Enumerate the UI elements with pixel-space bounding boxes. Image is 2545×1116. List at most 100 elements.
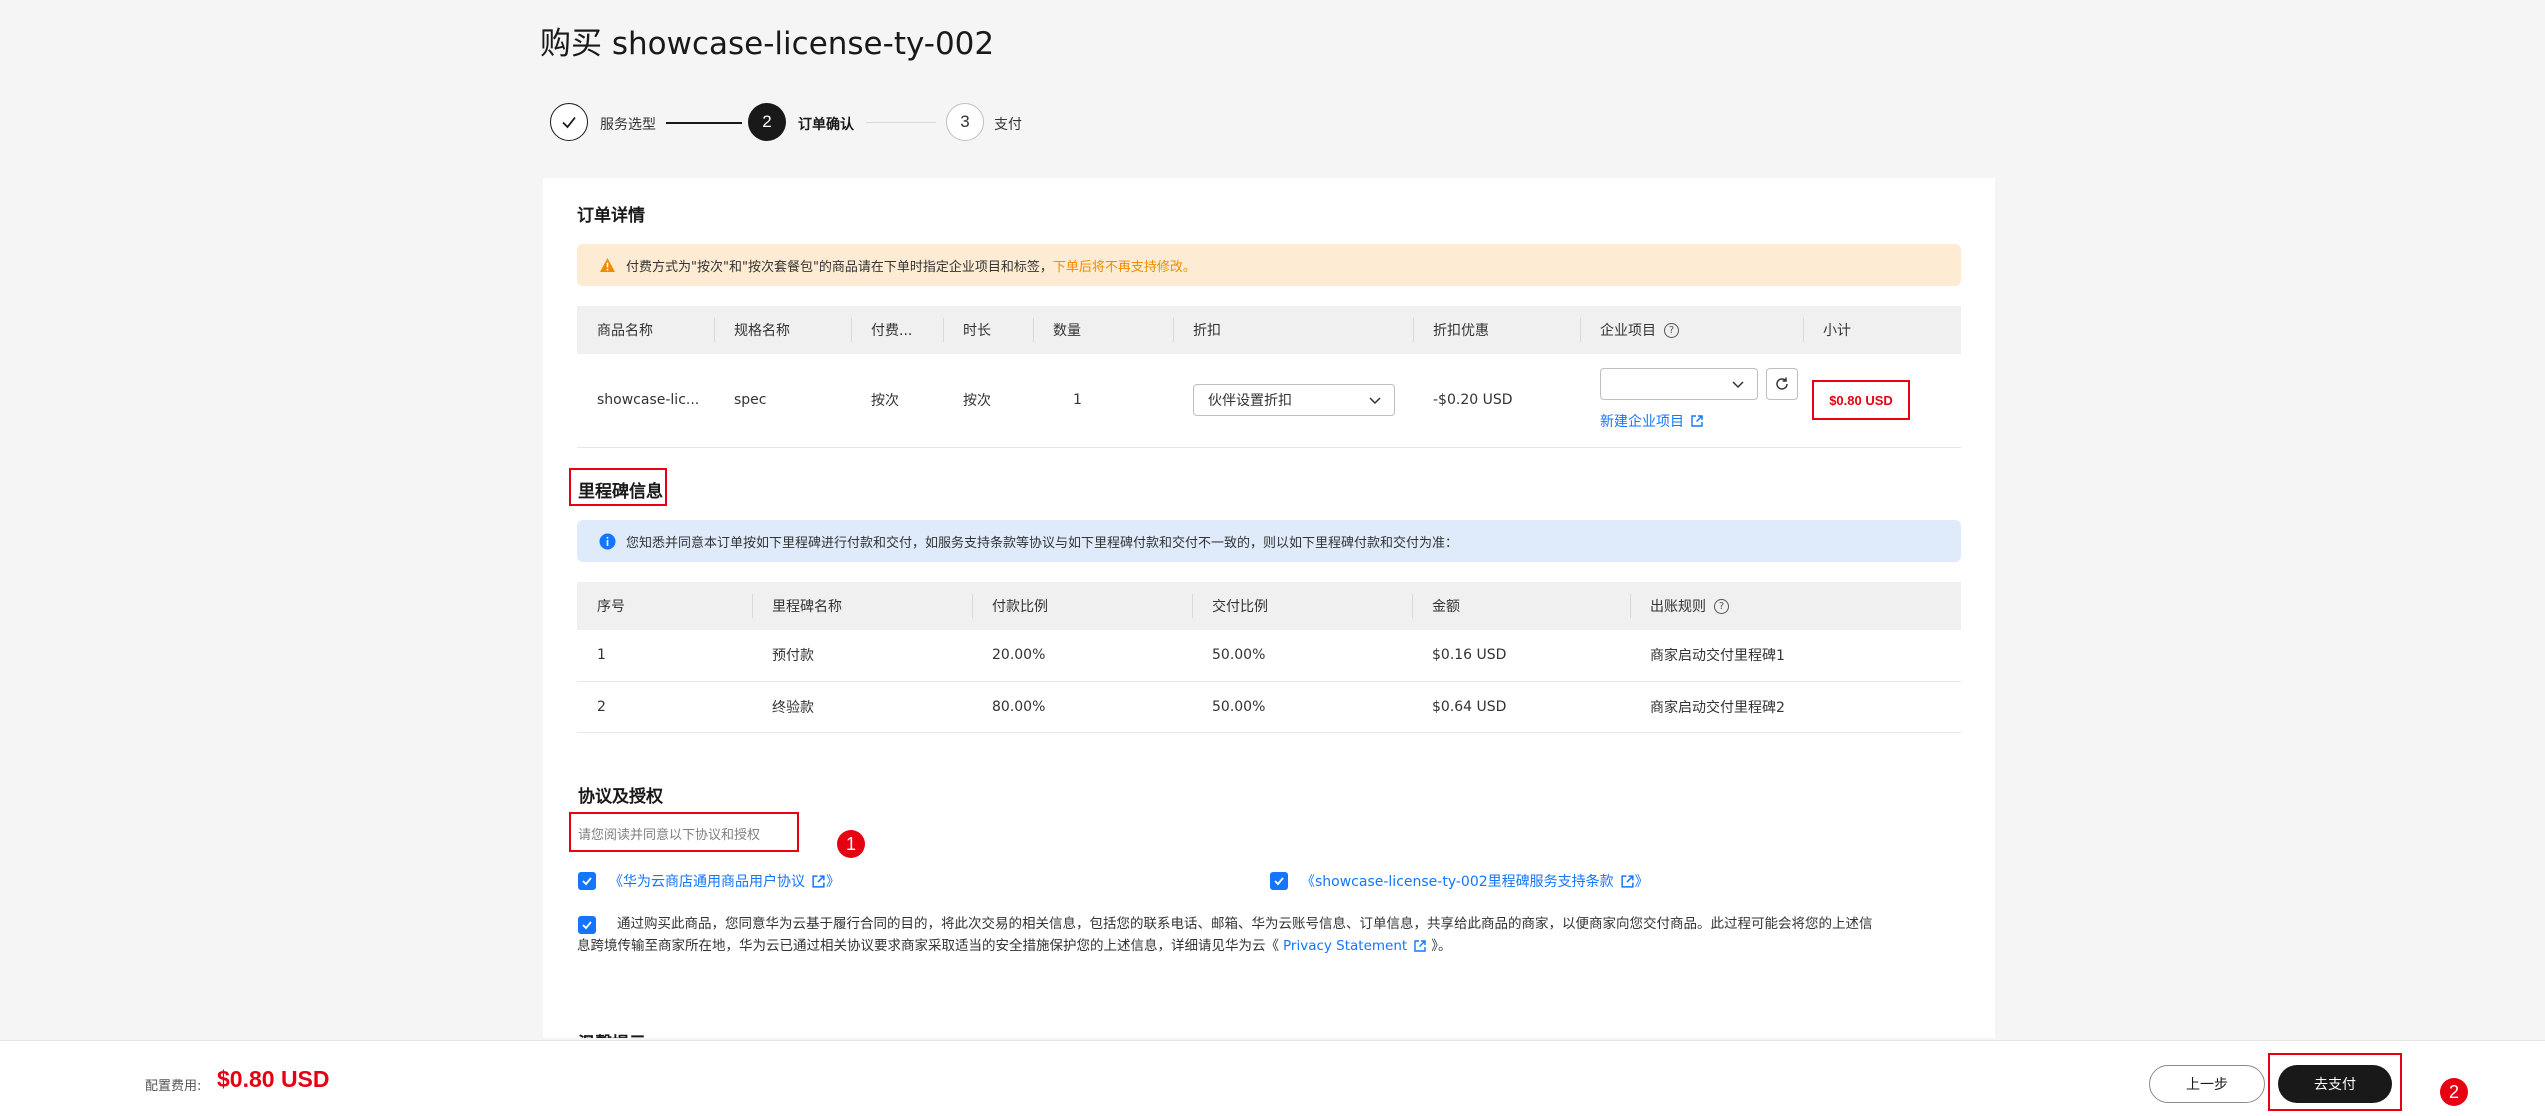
consent-line-2-end: 》。 xyxy=(1431,938,1452,954)
chevron-down-icon xyxy=(1368,393,1382,412)
discount-select[interactable]: 伙伴设置折扣 xyxy=(1193,384,1395,416)
subtotal-highlight: $0.80 USD xyxy=(1812,380,1910,420)
col-enterprise-project-label: 企业项目 xyxy=(1600,323,1656,339)
cell-discount-amount: -$0.20 USD xyxy=(1433,392,1513,408)
col-quantity: 数量 xyxy=(1053,323,1081,339)
step-1-label: 服务选型 xyxy=(600,117,656,133)
help-icon[interactable]: ? xyxy=(1664,322,1679,338)
warning-banner: 付费方式为"按次"和"按次套餐包"的商品请在下单时指定企业项目和标签， 下单后将不… xyxy=(577,244,1961,286)
step-2-label: 订单确认 xyxy=(798,117,854,133)
milestone-cell: $0.16 USD xyxy=(1432,647,1507,663)
page-title: 购买 showcase-license-ty-002 xyxy=(540,26,995,62)
col-enterprise-project: 企业项目 ? xyxy=(1580,306,1679,354)
col-subtotal: 小计 xyxy=(1823,323,1851,339)
milestone-table: 序号 里程碑名称 付款比例 交付比例 金额 出账规则 ? 1 预付款 20.00… xyxy=(577,582,1961,733)
cell-quantity: 1 xyxy=(1073,392,1082,408)
milestone-info-text: 您知悉并同意本订单按如下里程碑进行付款和交付，如服务支持条款等协议与如下里程碑付… xyxy=(626,535,1459,551)
col-discount: 折扣 xyxy=(1193,323,1221,339)
milestone-cell: 20.00% xyxy=(992,647,1046,663)
checkmark-icon xyxy=(1274,877,1284,886)
milestone-cell: 50.00% xyxy=(1212,647,1266,663)
milestone-cell: 1 xyxy=(597,647,606,663)
col-billing-rule-label: 出账规则 xyxy=(1650,599,1706,615)
milestone-cell: 商家启动交付里程碑1 xyxy=(1650,648,1785,664)
agreement-1-label: 《华为云商店通用商品用户协议 xyxy=(609,874,805,890)
agreement-hint: 请您阅读并同意以下协议和授权 xyxy=(578,828,761,843)
bottom-bar: 配置费用: $0.80 USD 上一步 去支付 2 xyxy=(0,1040,2545,1116)
milestone-cell: 预付款 xyxy=(772,648,814,664)
step-connector xyxy=(866,122,936,123)
prev-step-button[interactable]: 上一步 xyxy=(2149,1065,2265,1103)
agreement-title: 协议及授权 xyxy=(578,787,663,807)
step-connector xyxy=(666,122,742,124)
agreement-1-link[interactable]: 《华为云商店通用商品用户协议 》 xyxy=(609,871,840,891)
new-enterprise-project-link[interactable]: 新建企业项目 xyxy=(1600,411,1704,431)
col-spec-name: 规格名称 xyxy=(734,323,790,339)
milestone-cell: 商家启动交付里程碑2 xyxy=(1650,700,1785,716)
col-duration: 时长 xyxy=(963,323,991,339)
order-table: 商品名称 规格名称 付费... 时长 数量 折扣 折扣优惠 企业项目 ? 小计 … xyxy=(577,306,1961,448)
milestone-cell: 终验款 xyxy=(772,700,814,716)
chevron-down-icon xyxy=(1731,377,1745,396)
milestone-cell: 80.00% xyxy=(992,699,1046,715)
warning-icon xyxy=(599,257,616,274)
col-milestone-name: 里程碑名称 xyxy=(772,599,842,615)
col-payment-ratio: 付款比例 xyxy=(992,599,1048,615)
new-enterprise-project-label: 新建企业项目 xyxy=(1600,414,1684,430)
consent-line-2-text: 息跨境传输至商家所在地，华为云已通过相关协议要求商家采取适当的安全措施保护您的上… xyxy=(577,938,1279,954)
col-billing-rule: 出账规则 ? xyxy=(1630,582,1729,630)
col-pay-type: 付费... xyxy=(871,323,913,339)
info-banner: 您知悉并同意本订单按如下里程碑进行付款和交付，如服务支持条款等协议与如下里程碑付… xyxy=(577,520,1961,562)
cell-product-name[interactable]: showcase-lic... xyxy=(597,354,699,446)
step-2-number: 2 xyxy=(748,103,786,141)
step-1-check-icon xyxy=(550,103,588,141)
agreement-2-checkbox[interactable] xyxy=(1270,872,1288,890)
fee-value: $0.80 USD xyxy=(217,1066,330,1092)
external-link-icon xyxy=(1691,415,1703,427)
cell-duration: 按次 xyxy=(963,393,991,409)
consent-text: 通过购买此商品，您同意华为云基于履行合同的目的，将此次交易的相关信息，包括您的联… xyxy=(577,913,1961,957)
enterprise-project-select[interactable] xyxy=(1600,368,1758,400)
milestone-cell: 2 xyxy=(597,699,606,715)
warning-text: 付费方式为"按次"和"按次套餐包"的商品请在下单时指定企业项目和标签， xyxy=(626,259,1053,275)
annotation-marker-1: 1 xyxy=(837,830,865,858)
agreement-1-checkbox[interactable] xyxy=(578,872,596,890)
external-link-icon xyxy=(1621,874,1634,888)
cell-subtotal: $0.80 USD xyxy=(1829,392,1893,408)
order-card: 订单详情 付费方式为"按次"和"按次套餐包"的商品请在下单时指定企业项目和标签，… xyxy=(543,178,1995,1038)
agreement-2-link[interactable]: 《showcase-license-ty-002里程碑服务支持条款 》 xyxy=(1301,871,1649,891)
agreement-2-close: 》 xyxy=(1634,874,1649,890)
milestone-table-header: 序号 里程碑名称 付款比例 交付比例 金额 出账规则 ? xyxy=(577,582,1961,630)
col-delivery-ratio: 交付比例 xyxy=(1212,599,1268,615)
step-3-label: 支付 xyxy=(994,117,1022,133)
checkmark-icon xyxy=(582,877,592,886)
milestone-cell: 50.00% xyxy=(1212,699,1266,715)
page-root: 购买 showcase-license-ty-002 服务选型 2 订单确认 3… xyxy=(0,0,2545,1116)
col-product-name: 商品名称 xyxy=(597,323,653,339)
annotation-marker-2: 2 xyxy=(2440,1078,2468,1106)
warning-highlight: 下单后将不再支持修改。 xyxy=(1052,259,1196,275)
tips-title-partial: 温馨提示 xyxy=(578,1029,646,1038)
milestone-cell: $0.64 USD xyxy=(1432,699,1507,715)
consent-line-1: 通过购买此商品，您同意华为云基于履行合同的目的，将此次交易的相关信息，包括您的联… xyxy=(617,916,1873,932)
pay-button[interactable]: 去支付 xyxy=(2278,1065,2392,1103)
agreement-1-close: 》 xyxy=(826,874,840,890)
consent-line-2: 息跨境传输至商家所在地，华为云已通过相关协议要求商家采取适当的安全措施保护您的上… xyxy=(577,935,1961,957)
help-icon[interactable]: ? xyxy=(1714,598,1729,614)
col-amount: 金额 xyxy=(1432,599,1460,615)
milestone-title: 里程碑信息 xyxy=(578,482,663,502)
cell-spec-name: spec xyxy=(734,392,767,408)
discount-select-value: 伙伴设置折扣 xyxy=(1208,393,1292,409)
refresh-button[interactable] xyxy=(1766,368,1798,400)
info-icon xyxy=(599,533,616,550)
agreement-2-label: 《showcase-license-ty-002里程碑服务支持条款 xyxy=(1301,874,1614,890)
cell-pay-type: 按次 xyxy=(871,393,899,409)
privacy-statement-link[interactable]: Privacy Statement xyxy=(1283,935,1407,957)
external-link-icon xyxy=(1414,940,1426,952)
refresh-icon xyxy=(1776,377,1788,390)
order-details-title: 订单详情 xyxy=(577,206,645,226)
step-3-number: 3 xyxy=(946,103,984,141)
col-discount-amount: 折扣优惠 xyxy=(1433,323,1489,339)
external-link-icon xyxy=(812,874,825,888)
fee-label: 配置费用: xyxy=(145,1079,202,1094)
